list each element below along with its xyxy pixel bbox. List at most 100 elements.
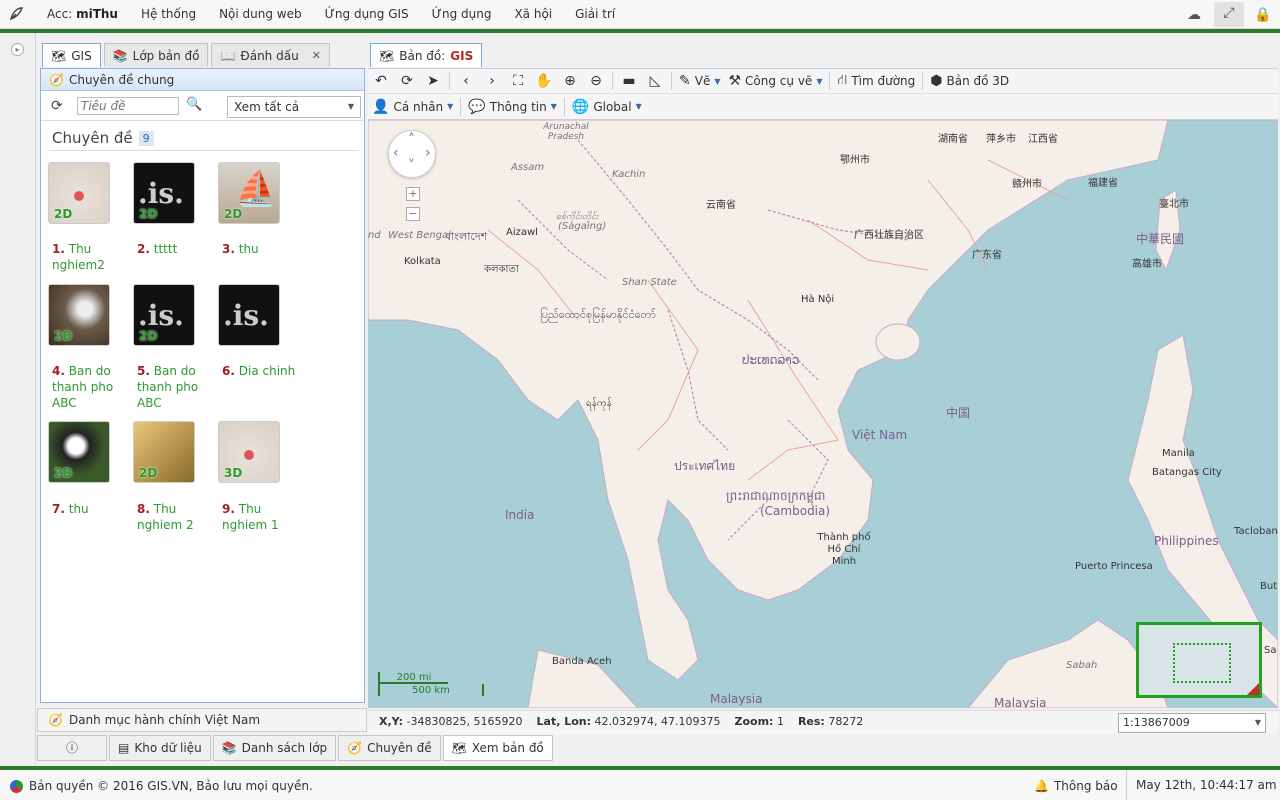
filter-select[interactable]: Xem tất cả ▼	[227, 96, 361, 118]
notification-button[interactable]: 🔔 Thông báo	[1034, 779, 1118, 793]
tab-kho-du-lieu[interactable]: ▤ Kho dữ liệu	[109, 735, 211, 761]
map-toolbar: ↶ ⟳ ➤ ‹ › ⛶ ✋ ⊕ ⊖ ▬ ◺ ✎ Vẽ ▼ ⚒ Công cụ vẽ ▼ …	[368, 68, 1278, 94]
measure-area-icon[interactable]: ◺	[642, 70, 668, 92]
tab-gis[interactable]: 🗺 GIS	[42, 43, 101, 67]
map-label-ganzhou: 赣州市	[1012, 179, 1042, 190]
topic-label-1[interactable]: 1. Thu nghiem2	[52, 241, 132, 273]
pan-up-icon[interactable]: ˄	[408, 132, 415, 148]
topic-icon: 🧭	[49, 72, 64, 87]
topic-thumbnail-7[interactable]: 2D	[48, 421, 110, 483]
info-menu[interactable]: 💬 Thông tin ▼	[464, 96, 561, 118]
menu-xa-hoi[interactable]: Xã hội	[514, 7, 552, 21]
panel-header: 🧭 Chuyên đề chung	[41, 69, 364, 91]
cloud-sync-icon[interactable]: ☁	[1183, 4, 1205, 26]
overview-toggle-icon[interactable]	[1247, 683, 1259, 695]
back-extent-icon[interactable]: ↶	[368, 70, 394, 92]
topic-label-5[interactable]: 5. Ban do thanh pho ABC	[137, 363, 217, 411]
navigate-icon[interactable]: ➤	[420, 70, 446, 92]
pencil-icon: ✎	[679, 73, 691, 89]
scale-select[interactable]: 1:13867009 ▼	[1118, 713, 1266, 733]
refresh-icon[interactable]: ⟳	[51, 98, 63, 114]
measure-length-icon[interactable]: ▬	[616, 70, 642, 92]
draw-button[interactable]: ✎ Vẽ ▼	[675, 70, 724, 92]
catalog-icon: 🧭	[48, 713, 63, 727]
map-label-hanoi: Hà Nội	[801, 294, 835, 305]
close-tab-icon[interactable]: ✕	[312, 45, 321, 67]
topic-thumbnail-8[interactable]: 2D	[133, 421, 195, 483]
map-label-india: India	[505, 508, 535, 522]
title-search-input[interactable]	[77, 97, 179, 115]
map-label-guangdong: 广东省	[972, 250, 1002, 261]
pan-hand-icon[interactable]: ✋	[531, 70, 557, 92]
pan-right-icon[interactable]: ›	[425, 145, 431, 161]
menu-ung-dung[interactable]: Ứng dụng	[432, 7, 492, 21]
topic-label-3[interactable]: 3. thu	[222, 241, 302, 257]
map-label-manila: Manila	[1162, 448, 1195, 459]
topic-thumbnail-9[interactable]: 3D	[218, 421, 280, 483]
full-extent-icon[interactable]: ⛶	[505, 70, 531, 92]
topic-label-8[interactable]: 8. Thu nghiem 2	[137, 501, 217, 533]
global-menu[interactable]: 🌐 Global ▼	[568, 96, 646, 118]
map-icon: 🗺	[379, 48, 395, 63]
map-label-sagaing-my: စစ်ကိုင်းတိုင်း	[556, 212, 599, 222]
route-button[interactable]: ⛙ Tìm đường	[833, 70, 919, 92]
topic-label-7[interactable]: 7. thu	[52, 501, 132, 517]
app-logo-icon[interactable]	[8, 6, 24, 22]
topic-thumbnail-1[interactable]: 2D	[48, 162, 110, 224]
previous-icon[interactable]: ‹	[453, 70, 479, 92]
map-zoom-out-icon[interactable]: −	[406, 207, 420, 221]
search-icon[interactable]: 🔍	[186, 97, 202, 112]
topic-thumbnail-2[interactable]: .is. 2D	[133, 162, 195, 224]
tab-xem-ban-do[interactable]: 🗺 Xem bản đồ	[442, 735, 553, 761]
info-tab[interactable]: ⓘ	[37, 735, 107, 761]
next-icon[interactable]: ›	[479, 70, 505, 92]
pan-left-icon[interactable]: ‹	[393, 145, 399, 161]
zoom-value: 1	[776, 715, 784, 728]
map-label-sabah: Sabah	[1066, 660, 1098, 671]
personal-menu[interactable]: 👤 Cá nhân ▼	[368, 96, 457, 118]
topic-label-4[interactable]: 4. Ban do thanh pho ABC	[52, 363, 132, 411]
account-menu[interactable]: Acc: miThu	[47, 7, 118, 21]
topic-thumbnail-4[interactable]: 2D	[48, 284, 110, 346]
pan-down-icon[interactable]: ˅	[408, 158, 415, 174]
menu-giai-tri[interactable]: Giải trí	[575, 7, 615, 21]
topic-thumbnail-3[interactable]: ⛵ 2D	[218, 162, 280, 224]
map-zoom-in-icon[interactable]: +	[406, 187, 420, 201]
map-3d-button[interactable]: ⬢ Bản đồ 3D	[926, 70, 1013, 92]
topic-panel: 🧭 Chuyên đề chung ⟳ 🔍 Xem tất cả ▼ Chuyê…	[40, 68, 365, 703]
lock-icon[interactable]: 🔒	[1252, 4, 1274, 26]
overview-map[interactable]	[1136, 622, 1262, 698]
refresh-map-icon[interactable]: ⟳	[394, 70, 420, 92]
topic-label-9[interactable]: 9. Thu nghiem 1	[222, 501, 302, 533]
overview-viewport[interactable]	[1173, 643, 1231, 683]
hammer-icon: ⚒	[728, 73, 742, 89]
zoom-out-icon[interactable]: ⊖	[583, 70, 609, 92]
map-canvas[interactable]: Hà Nội ປະເທດລາວ Việt Nam ประเทศไทย ព្រះរ…	[368, 120, 1278, 708]
pan-control[interactable]: ˄ ˅ ‹ ›	[388, 130, 436, 178]
expand-sidebar-icon[interactable]: ▸	[11, 43, 24, 56]
topic-label-6[interactable]: 6. Dia chinh	[222, 363, 302, 379]
map-background	[368, 120, 1278, 708]
tab-lop-ban-do[interactable]: 📚 Lớp bản đồ	[103, 43, 209, 67]
map-label-banda-aceh: Banda Aceh	[552, 656, 612, 667]
admin-catalog-panel[interactable]: 🧭 Danh mục hành chính Việt Nam	[37, 708, 367, 732]
tab-danh-dau[interactable]: 📖 Đánh dấu ✕	[211, 43, 330, 67]
topic-label-2[interactable]: 2. ttttt	[137, 241, 217, 257]
menu-ung-dung-gis[interactable]: Ứng dụng GIS	[325, 7, 409, 21]
tab-map-gis[interactable]: 🗺 Bản đồ: GIS	[370, 43, 483, 67]
map-label-jiangxi: 江西省	[1028, 134, 1058, 145]
info-icon: ⓘ	[65, 741, 78, 755]
menu-he-thong[interactable]: Hệ thống	[141, 7, 196, 21]
menu-noi-dung-web[interactable]: Nội dung web	[219, 7, 302, 21]
topic-thumbnail-5[interactable]: .is. 2D	[133, 284, 195, 346]
fullscreen-icon[interactable]: ⤢	[1214, 2, 1244, 27]
tab-chuyen-de[interactable]: 🧭 Chuyên đề	[338, 735, 441, 761]
tab-danh-sach-lop[interactable]: 📚 Danh sách lớp	[212, 735, 337, 761]
zoom-in-icon[interactable]: ⊕	[557, 70, 583, 92]
topic-thumbnail-6[interactable]: .is.	[218, 284, 280, 346]
xy-value: -34830825, 5165920	[406, 715, 523, 728]
draw-tools-button[interactable]: ⚒ Công cụ vẽ ▼	[724, 70, 826, 92]
map-label-kaohsiung: 高雄市	[1132, 259, 1162, 270]
map-label-shan-state: Shan State	[622, 277, 677, 288]
map-label-vietnam: Việt Nam	[852, 428, 908, 442]
